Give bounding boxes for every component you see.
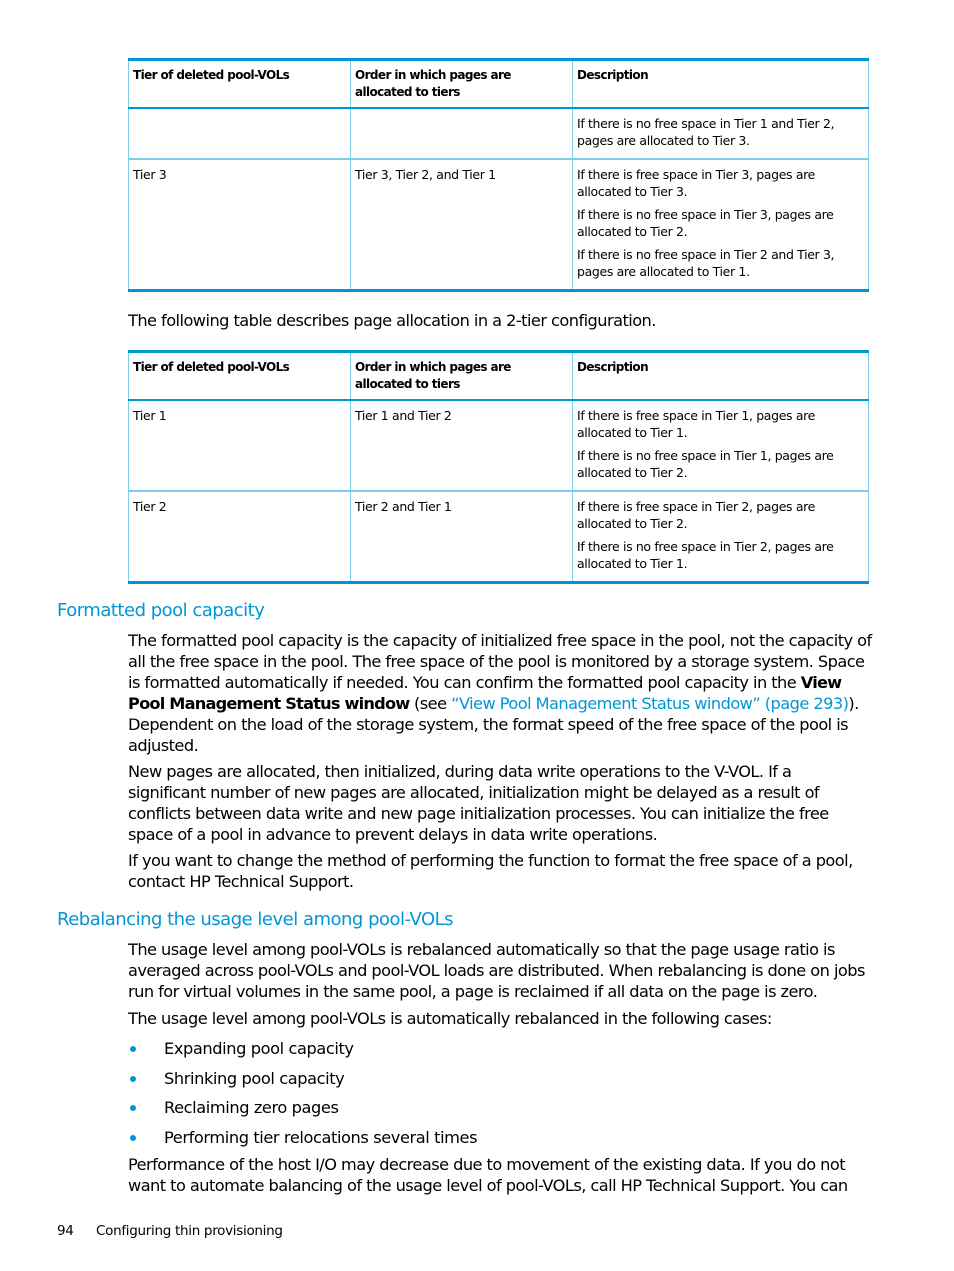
header-description: Description (572, 59, 869, 109)
table-header-row: Tier of deleted pool-VOLs Order in which… (128, 59, 869, 109)
cell-order (350, 108, 573, 159)
description-line: If there is free space in Tier 2, pages … (577, 499, 815, 531)
table-3tier: Tier of deleted pool-VOLs Order in which… (128, 58, 869, 292)
list-item: Reclaiming zero pages (128, 1097, 477, 1127)
list-item: Shrinking pool capacity (128, 1068, 477, 1098)
table-2tier: Tier of deleted pool-VOLs Order in which… (128, 350, 869, 584)
cell-description: If there is no free space in Tier 1 and … (572, 108, 869, 159)
cross-reference-link[interactable]: “View Pool Management Status window” (pa… (451, 694, 849, 713)
list-item-text: Shrinking pool capacity (164, 1068, 345, 1088)
intro-2tier-text: The following table describes page alloc… (128, 311, 656, 330)
formatted-paragraph-2: New pages are allocated, then initialize… (128, 762, 829, 844)
description-line: If there is no free space in Tier 3, pag… (577, 207, 834, 239)
cell-tier (128, 108, 351, 159)
description-line: If there is no free space in Tier 1, pag… (577, 448, 834, 480)
bullet-icon (130, 1105, 136, 1111)
table-row: Tier 2 Tier 2 and Tier 1 If there is fre… (128, 491, 869, 583)
cell-order: Tier 2 and Tier 1 (350, 491, 573, 583)
formatted-paragraph-1: The formatted pool capacity is the capac… (128, 630, 873, 756)
rebalancing-paragraph-3: Performance of the host I/O may decrease… (128, 1155, 848, 1195)
table-row: Tier 3 Tier 3, Tier 2, and Tier 1 If the… (128, 159, 869, 291)
cell-description: If there is free space in Tier 2, pages … (572, 491, 869, 583)
rebalancing-cases-list: Expanding pool capacity Shrinking pool c… (128, 1038, 478, 1157)
cell-order: Tier 3, Tier 2, and Tier 1 (350, 159, 573, 291)
cell-order: Tier 1 and Tier 2 (350, 400, 573, 491)
table-row: If there is no free space in Tier 1 and … (128, 108, 869, 159)
bullet-icon (130, 1046, 136, 1052)
header-order: Order in which pages are allocated to ti… (350, 351, 573, 401)
table-header-row: Tier of deleted pool-VOLs Order in which… (128, 351, 869, 401)
description-line: If there is free space in Tier 3, pages … (577, 167, 815, 199)
text: (see (409, 694, 452, 713)
list-item: Performing tier relocations several time… (128, 1127, 478, 1157)
list-item: Expanding pool capacity (128, 1038, 477, 1068)
description-line: If there is no free space in Tier 2, pag… (577, 539, 834, 571)
bullet-icon (130, 1075, 136, 1082)
section-heading-rebalancing: Rebalancing the usage level among pool-V… (57, 909, 454, 930)
cell-tier: Tier 2 (128, 491, 351, 583)
list-item-text: Performing tier relocations several time… (164, 1127, 478, 1147)
list-item-text: Reclaiming zero pages (164, 1098, 339, 1117)
section-heading-formatted-pool-capacity: Formatted pool capacity (57, 600, 265, 621)
description-line: If there is no free space in Tier 2 and … (577, 247, 835, 279)
cell-tier: Tier 3 (128, 159, 351, 291)
page-number: 94 (57, 1223, 74, 1239)
rebalancing-paragraph-1: The usage level among pool-VOLs is rebal… (128, 940, 865, 1001)
page-footer: 94 Configuring thin provisioning (57, 1223, 283, 1239)
list-item-text: Expanding pool capacity (164, 1039, 354, 1058)
table-row: Tier 1 Tier 1 and Tier 2 If there is fre… (128, 400, 869, 491)
description-line: If there is no free space in Tier 1 and … (577, 116, 835, 148)
header-tier: Tier of deleted pool-VOLs (128, 351, 351, 401)
cell-description: If there is free space in Tier 3, pages … (572, 159, 869, 291)
cell-description: If there is free space in Tier 1, pages … (572, 400, 869, 491)
bullet-icon (130, 1134, 136, 1141)
formatted-paragraph-3: If you want to change the method of perf… (128, 851, 853, 891)
header-tier: Tier of deleted pool-VOLs (128, 59, 351, 109)
description-line: If there is free space in Tier 1, pages … (577, 408, 815, 440)
chapter-title: Configuring thin provisioning (96, 1223, 283, 1239)
cell-tier: Tier 1 (128, 400, 351, 491)
text: The formatted pool capacity is the capac… (128, 631, 872, 692)
header-order: Order in which pages are allocated to ti… (350, 59, 573, 109)
header-description: Description (572, 351, 869, 401)
rebalancing-paragraph-2: The usage level among pool-VOLs is autom… (128, 1009, 772, 1028)
